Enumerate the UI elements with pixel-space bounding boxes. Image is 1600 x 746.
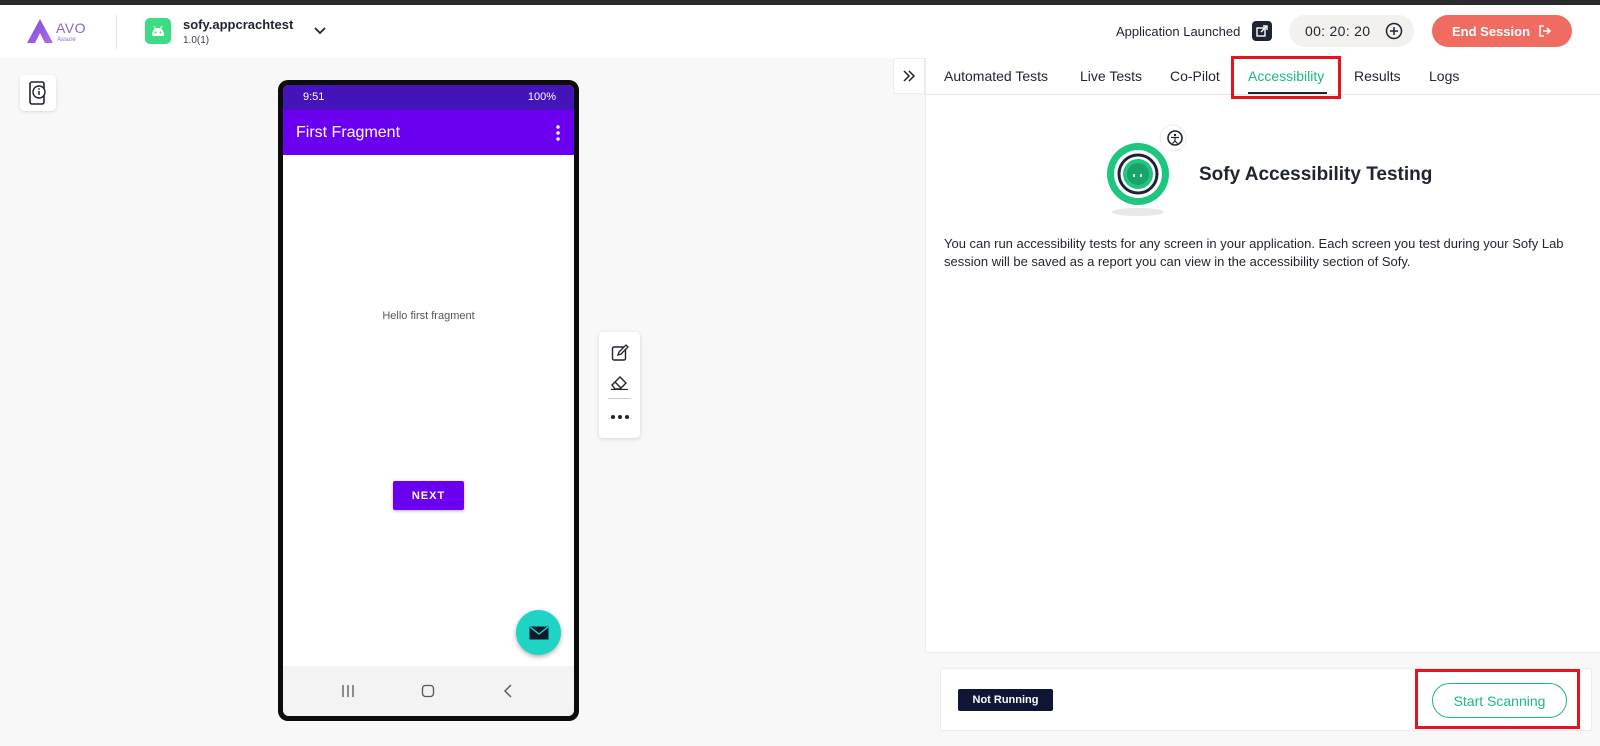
device-app-bar: First Fragment: [283, 110, 574, 155]
device-screen[interactable]: 9:51 100% First Fragment Hello first fra…: [283, 85, 574, 716]
device-mail-fab[interactable]: [516, 610, 561, 655]
edit-annotation-icon[interactable]: [609, 342, 630, 363]
tab-results[interactable]: Results: [1354, 68, 1401, 84]
device-status-bar: 9:51 100%: [283, 85, 574, 110]
device-app-bar-title: First Fragment: [296, 124, 401, 141]
start-scanning-highlight: [1415, 669, 1580, 729]
accessibility-title: Sofy Accessibility Testing: [1199, 164, 1433, 185]
scan-status-badge: Not Running: [958, 689, 1053, 711]
accessibility-tab-highlight: [1231, 56, 1341, 99]
mail-icon: [529, 625, 548, 639]
app-version: 1.0(1): [183, 35, 210, 46]
device-content-text: Hello first fragment: [382, 310, 475, 322]
back-icon[interactable]: [499, 682, 517, 700]
home-icon[interactable]: [419, 682, 437, 700]
session-timer: 00: 20: 20: [1289, 15, 1414, 47]
device-frame: 9:51 100% First Fragment Hello first fra…: [278, 80, 579, 721]
accessibility-description: You can run accessibility tests for any …: [944, 236, 1564, 269]
device-workspace: 9:51 100% First Fragment Hello first fra…: [0, 58, 925, 746]
recent-apps-icon[interactable]: [339, 682, 357, 700]
device-battery: 100%: [527, 91, 556, 103]
top-header: AVO Assure sofy.appcrachtest 1.0(1) Appl…: [0, 5, 1600, 58]
avo-logo-icon: [27, 19, 53, 43]
device-info-icon: [29, 81, 46, 105]
tab-logs[interactable]: Logs: [1429, 68, 1459, 84]
overflow-menu-icon[interactable]: [556, 125, 560, 141]
device-info-button[interactable]: [20, 75, 56, 111]
end-session-button[interactable]: End Session: [1432, 15, 1572, 47]
extend-time-plus-icon[interactable]: [1385, 22, 1403, 40]
device-next-button[interactable]: NEXT: [393, 481, 464, 510]
device-status-time: 9:51: [303, 91, 325, 103]
more-options-icon[interactable]: [609, 406, 630, 427]
device-nav-bar: [283, 666, 574, 716]
app-name: sofy.appcrachtest: [183, 17, 294, 32]
avo-logo[interactable]: AVO Assure: [26, 18, 92, 48]
header-divider: [116, 15, 117, 49]
toolbox-divider: [608, 398, 631, 399]
double-chevron-right-icon: [903, 70, 916, 82]
external-launch-icon[interactable]: [1252, 21, 1272, 41]
tab-automated-tests[interactable]: Automated Tests: [944, 68, 1048, 84]
end-session-label: End Session: [1451, 23, 1531, 39]
logo-text: AVO: [56, 20, 87, 36]
android-icon: [145, 18, 171, 44]
logo-subtext: Assure: [57, 37, 76, 43]
accessibility-illustration-icon: [1107, 124, 1187, 216]
app-selector-chevron-down-icon[interactable]: [312, 22, 328, 38]
tab-live-tests[interactable]: Live Tests: [1080, 68, 1142, 84]
timer-value: 00: 20: 20: [1305, 23, 1371, 39]
annotation-toolbox: [599, 332, 640, 438]
eraser-icon[interactable]: [609, 371, 630, 392]
side-panel: [925, 58, 1600, 746]
collapse-panel-button[interactable]: [893, 58, 925, 94]
tab-co-pilot[interactable]: Co-Pilot: [1170, 68, 1220, 84]
application-status-text: Application Launched: [1116, 24, 1241, 39]
logout-icon: [1539, 25, 1552, 37]
